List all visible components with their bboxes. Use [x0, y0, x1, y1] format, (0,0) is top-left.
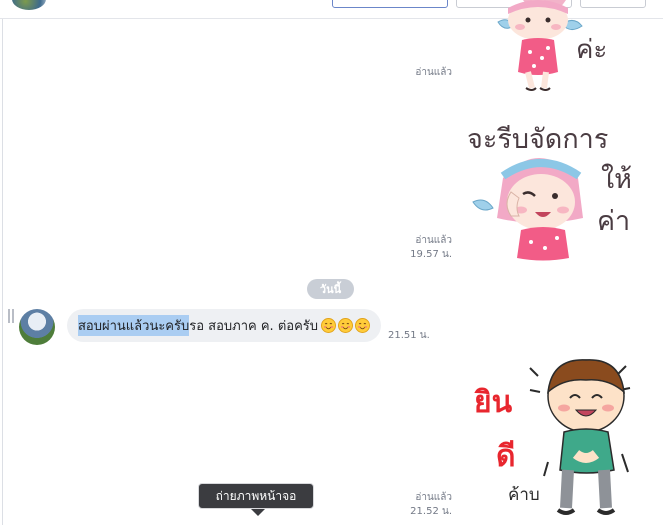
read-receipt: อ่านแล้ว [415, 67, 452, 78]
header-button-1[interactable] [332, 0, 448, 8]
sender-avatar[interactable] [19, 309, 55, 345]
sticker-text: ค่า [597, 206, 630, 237]
message-time: 21.51 น. [388, 330, 430, 341]
screenshot-tooltip: ถ่ายภาพหน้าจอ [198, 483, 314, 509]
incoming-message-bubble[interactable]: สอบผ่านแล้วนะครับ รอ สอบภาค ค. ต่อครับ [67, 309, 382, 342]
sticker-text: ดี [496, 439, 515, 474]
message-time: 21.52 น. [410, 506, 452, 517]
day-divider: วันนี้ [307, 279, 354, 299]
smiling-face-icon [355, 318, 371, 333]
sticker-girl-top: ค่ะ [497, 0, 607, 91]
read-receipt: อ่านแล้ว [415, 492, 452, 503]
sticker-text: ให้ [601, 163, 632, 195]
sticker-text: จะรีบจัดการ [467, 124, 608, 155]
read-receipt: อ่านแล้ว [415, 235, 452, 246]
drag-handle-icon[interactable] [8, 309, 14, 323]
smiling-face-icon [321, 318, 337, 333]
message-text[interactable]: รอ สอบภาค ค. ต่อครับ [189, 315, 318, 336]
tooltip-arrow [251, 509, 265, 516]
selected-text[interactable]: สอบผ่านแล้วนะครับ [78, 315, 190, 336]
smiling-face-icon [338, 318, 354, 333]
header-avatar[interactable] [12, 0, 46, 10]
sticker-boy-welcome: ยิน ดี ค้าบ [474, 359, 631, 515]
sticker-text: ค้าบ [508, 485, 540, 505]
message-time: 19.57 น. [410, 249, 452, 260]
sticker-girl-manage: จะรีบจัดการ ให้ ค่า [467, 124, 632, 261]
sticker-text: ยิน [474, 385, 513, 420]
sticker-text: ค่ะ [576, 35, 607, 65]
